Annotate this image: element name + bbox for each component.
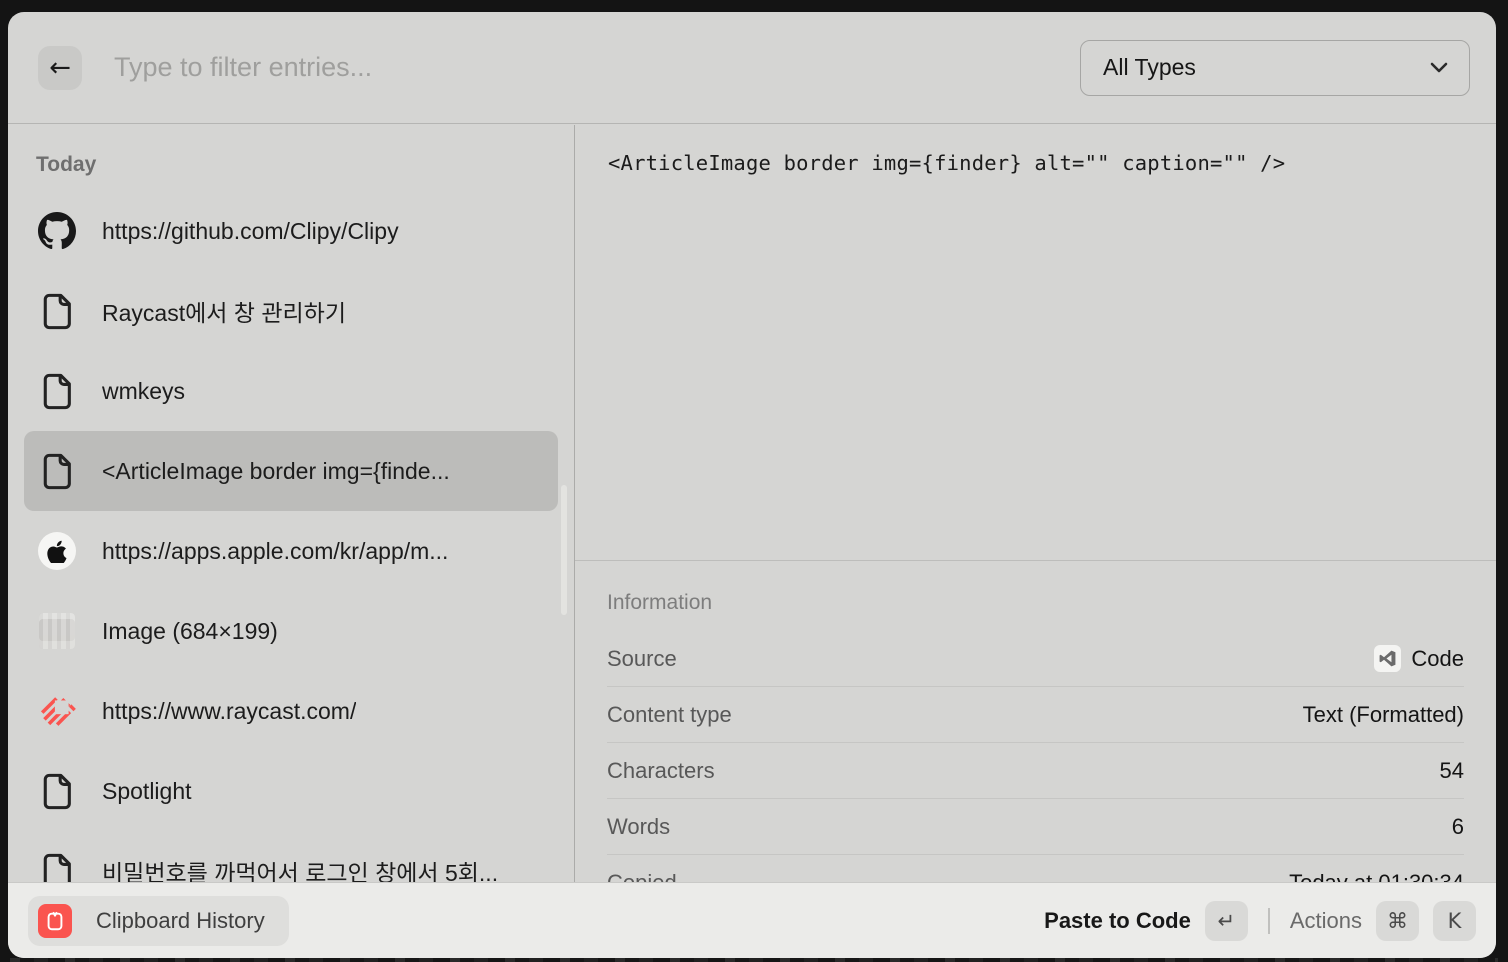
main-split: Today https://github.com/Clipy/Clipy Rayc…	[8, 125, 1496, 882]
vscode-icon	[1374, 645, 1401, 672]
info-row: Source Code	[607, 631, 1464, 687]
info-value-text: Text (Formatted)	[1303, 702, 1464, 728]
back-button[interactable]: ←	[38, 46, 82, 90]
info-value: Code	[1374, 645, 1464, 672]
info-value-text: 6	[1452, 814, 1464, 840]
info-value-text: Code	[1411, 646, 1464, 672]
info-row: Content type Text (Formatted)	[607, 687, 1464, 743]
k-key-hint: K	[1433, 901, 1476, 941]
document-icon	[38, 452, 76, 490]
paste-to-code-button[interactable]: Paste to Code	[1044, 908, 1191, 934]
info-value: Today at 01:30:34	[1289, 870, 1464, 882]
info-label: Words	[607, 814, 670, 840]
information-rows: Source Code Content type Text (Formatted) Ch…	[607, 631, 1464, 882]
entry-label: https://www.raycast.com/	[102, 698, 356, 725]
info-value-text: Today at 01:30:34	[1289, 870, 1464, 882]
clipboard-history-window: ← All Types Today https://github.com/Cli…	[8, 12, 1496, 958]
apple-icon	[38, 532, 76, 570]
chevron-down-icon	[1429, 61, 1449, 74]
entry-label: https://apps.apple.com/kr/app/m...	[102, 538, 448, 565]
info-value: Text (Formatted)	[1303, 702, 1464, 728]
top-bar: ← All Types	[8, 12, 1496, 124]
entry-label: Raycast에서 창 관리하기	[102, 294, 346, 328]
clipboard-entry[interactable]: https://apps.apple.com/kr/app/m...	[24, 511, 558, 591]
information-section: Information Source Code Content type Text (…	[575, 560, 1496, 882]
footer-divider	[1268, 908, 1270, 934]
clipboard-entry[interactable]: 비밀번호를 까먹어서 로그인 창에서 5회...	[24, 831, 558, 882]
type-filter-value: All Types	[1103, 54, 1196, 81]
clipboard-entry[interactable]: <ArticleImage border img={finde...	[24, 431, 558, 511]
entry-label: wmkeys	[102, 378, 185, 405]
document-icon	[38, 372, 76, 410]
clipboard-entry[interactable]: Raycast에서 창 관리하기	[24, 271, 558, 351]
clipboard-entry[interactable]: Spotlight	[24, 751, 558, 831]
return-key-hint: ↵	[1205, 901, 1248, 941]
info-value: 54	[1440, 758, 1464, 784]
type-filter-dropdown[interactable]: All Types	[1080, 40, 1470, 96]
entry-label: Image (684×199)	[102, 618, 278, 645]
info-value: 6	[1452, 814, 1464, 840]
document-icon	[38, 292, 76, 330]
code-preview: <ArticleImage border img={finder} alt=""…	[575, 125, 1496, 175]
entries-list-pane: Today https://github.com/Clipy/Clipy Rayc…	[8, 125, 574, 882]
scrollbar-thumb[interactable]	[561, 485, 567, 615]
action-bar: Clipboard History Paste to Code ↵ Action…	[8, 882, 1496, 958]
info-row: Copied Today at 01:30:34	[607, 855, 1464, 882]
entries-list: https://github.com/Clipy/Clipy Raycast에서 …	[8, 191, 574, 882]
entry-label: https://github.com/Clipy/Clipy	[102, 218, 399, 245]
clipboard-entry[interactable]: https://github.com/Clipy/Clipy	[24, 191, 558, 271]
clipboard-entry[interactable]: https://www.raycast.com/	[24, 671, 558, 751]
clipboard-app-icon	[38, 904, 72, 938]
info-row: Words 6	[607, 799, 1464, 855]
entry-label: <ArticleImage border img={finde...	[102, 458, 450, 485]
app-name: Clipboard History	[96, 908, 265, 934]
footer-actions: Paste to Code ↵ Actions ⌘ K	[1044, 901, 1476, 941]
info-label: Content type	[607, 702, 732, 728]
image-thumbnail-icon	[38, 612, 76, 650]
clipboard-entry[interactable]: wmkeys	[24, 351, 558, 431]
information-title: Information	[607, 589, 1464, 617]
entry-label: Spotlight	[102, 778, 192, 805]
info-label: Source	[607, 646, 677, 672]
entry-label: 비밀번호를 까먹어서 로그인 창에서 5회...	[102, 854, 498, 882]
document-icon	[38, 852, 76, 882]
document-icon	[38, 772, 76, 810]
info-value-text: 54	[1440, 758, 1464, 784]
info-label: Characters	[607, 758, 715, 784]
clipboard-entry[interactable]: Image (684×199)	[24, 591, 558, 671]
info-label: Copied	[607, 870, 677, 882]
cmd-key-hint: ⌘	[1376, 901, 1419, 941]
detail-pane: <ArticleImage border img={finder} alt=""…	[575, 125, 1496, 882]
section-label-today: Today	[36, 151, 574, 179]
info-row: Characters 54	[607, 743, 1464, 799]
actions-button[interactable]: Actions	[1290, 908, 1362, 934]
app-identity[interactable]: Clipboard History	[28, 896, 289, 946]
filter-input[interactable]	[114, 52, 1080, 83]
back-arrow-icon: ←	[49, 53, 71, 83]
raycast-icon	[38, 692, 76, 730]
github-icon	[38, 212, 76, 250]
